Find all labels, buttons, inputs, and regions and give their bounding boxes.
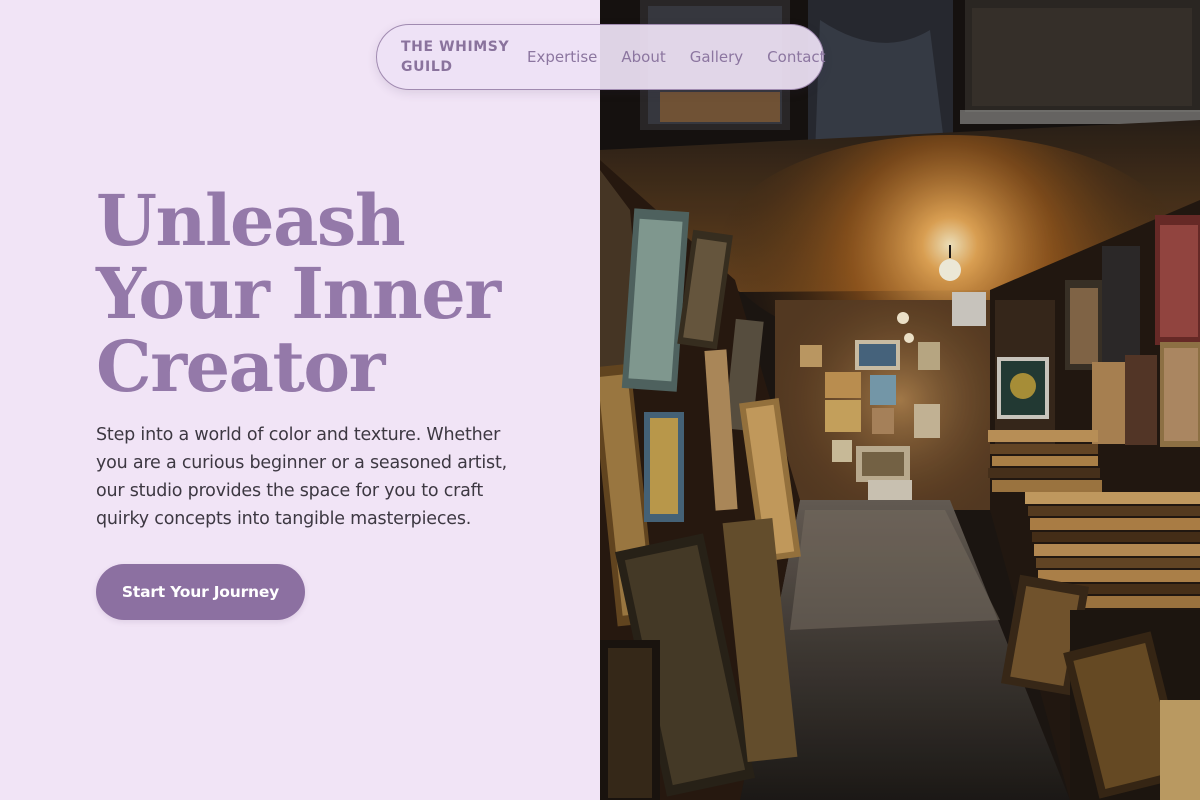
brand-line-1: THE WHIMSY xyxy=(401,39,510,55)
headline-line-2: Your Inner xyxy=(96,252,501,335)
nav-links: Expertise About Gallery Contact xyxy=(527,48,826,66)
hero-description: Step into a world of color and texture. … xyxy=(96,421,516,533)
gallery-photo-illustration xyxy=(600,0,1200,800)
description-line-1: Step into a world of color and texture. … xyxy=(96,425,501,445)
brand-logo[interactable]: THE WHIMSY GUILD xyxy=(401,37,510,77)
headline-line-3: Creator xyxy=(96,325,385,408)
nav-link-about[interactable]: About xyxy=(621,48,665,66)
description-line-3: our studio provides the space for you to… xyxy=(96,481,483,501)
headline-line-1: Unleash xyxy=(96,179,406,262)
gallery-photo xyxy=(600,0,1200,800)
hero-headline: Unleash Your Inner Creator xyxy=(96,184,576,403)
brand-line-2: GUILD xyxy=(401,59,453,75)
nav-link-gallery[interactable]: Gallery xyxy=(690,48,743,66)
description-line-4: quirky concepts into tangible masterpiec… xyxy=(96,509,472,529)
nav-link-contact[interactable]: Contact xyxy=(767,48,825,66)
hero-section: Unleash Your Inner Creator Step into a w… xyxy=(0,0,600,800)
start-journey-button[interactable]: Start Your Journey xyxy=(96,564,305,620)
top-navigation: THE WHIMSY GUILD Expertise About Gallery… xyxy=(376,24,826,90)
nav-link-expertise[interactable]: Expertise xyxy=(527,48,597,66)
description-line-2: you are a curious beginner or a seasoned… xyxy=(96,453,507,473)
